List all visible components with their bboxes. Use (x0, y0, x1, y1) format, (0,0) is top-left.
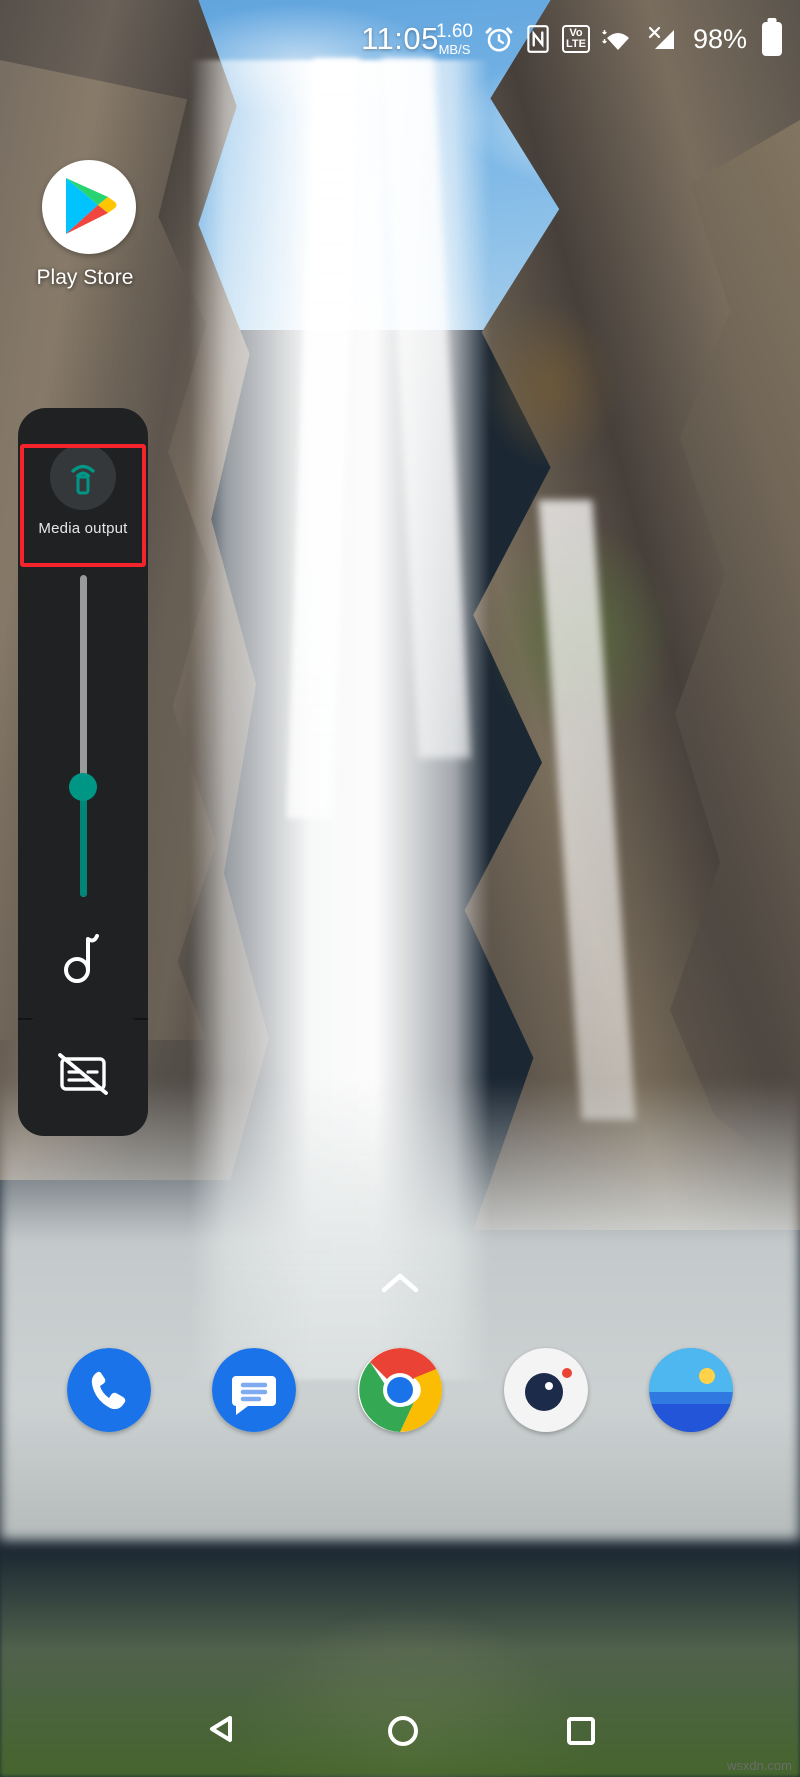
back-triangle-icon (205, 1712, 239, 1751)
nav-back-button[interactable] (205, 1712, 239, 1751)
home-circle-icon (387, 1716, 418, 1746)
dock (0, 1340, 800, 1440)
dock-app-phone[interactable] (66, 1348, 151, 1432)
nav-home-button[interactable] (387, 1716, 418, 1746)
battery-percent-label: 98% (692, 23, 747, 54)
app-drawer-handle[interactable] (0, 1270, 800, 1301)
nfc-icon (525, 24, 551, 54)
dock-app-camera[interactable] (503, 1348, 588, 1432)
dock-app-messages[interactable] (212, 1348, 297, 1432)
cellular-signal-no-sim-icon (646, 24, 680, 54)
nav-recents-button[interactable] (567, 1717, 596, 1745)
watermark: wsxdn.com (726, 1758, 792, 1773)
volte-bottom-text: LTE (565, 38, 586, 50)
captions-off-icon (57, 1052, 109, 1101)
battery-full-icon (762, 22, 782, 56)
recents-square-icon (567, 1717, 596, 1745)
slider-fill (80, 785, 87, 897)
app-label-play-store: Play Store (36, 266, 134, 289)
network-speed-indicator: 1.60 MB/S (436, 22, 473, 56)
android-home-screen: 11:05 1.60 MB/S Vo LTE 98% Play Store Me… (0, 0, 800, 1777)
volume-panel: Media output (18, 408, 148, 1122)
cast-to-device-icon (50, 444, 116, 510)
network-speed-value: 1.60 (436, 21, 473, 42)
alarm-clock-icon (484, 24, 514, 54)
slider-thumb[interactable] (69, 773, 97, 801)
play-store-icon (42, 160, 136, 254)
media-volume-slider[interactable] (69, 575, 97, 897)
navigation-bar (0, 1685, 800, 1777)
status-bar: 11:05 1.60 MB/S Vo LTE 98% (0, 0, 800, 78)
media-output-label: Media output (38, 520, 128, 537)
chevron-up-icon (379, 1270, 421, 1301)
app-icon-play-store[interactable]: Play Store (37, 160, 136, 290)
media-output-button[interactable]: Media output (18, 426, 148, 567)
wifi-icon (601, 25, 635, 53)
dock-app-photos[interactable] (649, 1348, 734, 1432)
music-note-icon[interactable] (62, 931, 104, 988)
volte-icon: Vo LTE (561, 25, 590, 53)
captions-toggle-button[interactable] (18, 1016, 148, 1136)
network-speed-unit: MB/S (438, 42, 471, 57)
dock-app-chrome[interactable] (357, 1348, 442, 1432)
